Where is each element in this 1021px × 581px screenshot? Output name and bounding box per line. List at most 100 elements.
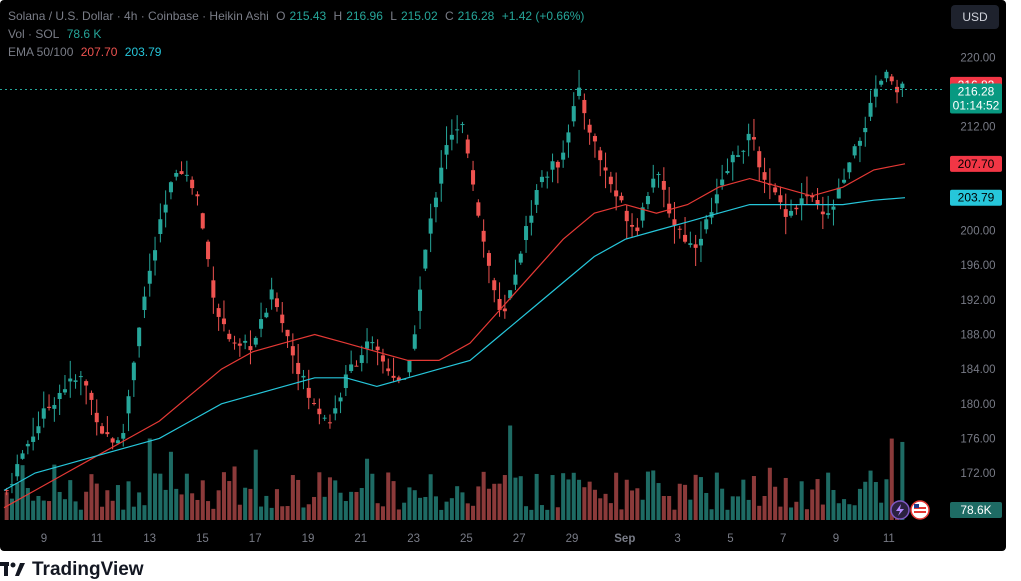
volume-bar <box>296 479 301 520</box>
volume-bar <box>243 487 248 520</box>
volume-bar <box>486 488 491 520</box>
candle-body <box>789 210 794 216</box>
candle-body <box>524 226 529 241</box>
y-tick-label: 172.00 <box>960 468 995 480</box>
volume-bar <box>285 506 290 520</box>
volume-bar <box>449 498 454 520</box>
symbol-title[interactable]: Solana / U.S. Dollar · 4h · Coinbase · H… <box>8 9 269 23</box>
volume-bar <box>587 481 592 520</box>
volume-bar <box>857 488 862 520</box>
volume-bar <box>630 490 635 520</box>
candle-body <box>545 176 550 178</box>
candle-body <box>200 213 205 229</box>
candle-body <box>248 346 253 351</box>
time-axis: 9 11 13 15 17 19 21 23 25 27 29 Sep 3 5 7 9 11 <box>41 533 895 545</box>
candle-body <box>168 182 173 193</box>
candle-body <box>773 187 778 193</box>
x-tick-label: 27 <box>513 533 526 545</box>
x-tick-label: 17 <box>249 533 262 545</box>
candle-body <box>285 329 290 337</box>
volume-bar <box>640 499 645 520</box>
volume-bar <box>815 479 820 520</box>
volume-bar <box>524 506 529 520</box>
volume-bar <box>365 458 370 520</box>
candle-body <box>582 99 587 114</box>
y-tick-label: 200.00 <box>960 226 995 238</box>
volume-bar <box>232 466 237 520</box>
volume-bar <box>545 509 550 520</box>
volume-bar <box>614 472 619 520</box>
volume-bar <box>603 493 608 520</box>
candle-body <box>343 374 348 389</box>
volume-bar <box>539 505 544 520</box>
candle-body <box>608 176 613 185</box>
y-tick-label: 212.00 <box>960 122 995 134</box>
flash-icon[interactable] <box>890 500 910 520</box>
volume-bar <box>370 473 375 520</box>
volume-bar <box>264 495 269 520</box>
candle-body <box>465 139 470 154</box>
candle-body <box>693 244 698 248</box>
candle-body <box>195 194 200 197</box>
volume-bar <box>52 464 57 520</box>
candle-body <box>264 312 269 318</box>
volume-bar <box>423 496 428 520</box>
volume-label[interactable]: Vol · SOL <box>8 27 59 41</box>
volume-tag: 78.6K <box>960 503 991 517</box>
volume-bar <box>492 483 497 520</box>
us-flag-icon[interactable] <box>910 500 930 520</box>
candle-body <box>142 296 147 311</box>
candle-body <box>25 443 30 447</box>
volume-bar <box>804 509 809 520</box>
volume-bar <box>184 473 189 520</box>
candle-body <box>592 136 597 142</box>
candle-body <box>455 129 460 131</box>
candle-body <box>502 308 507 312</box>
volume-bar <box>460 492 465 520</box>
candle-body <box>380 355 385 362</box>
volume-bar <box>534 473 539 520</box>
volume-bar <box>375 503 380 520</box>
volume-bar <box>566 479 571 520</box>
currency-button[interactable]: USD <box>951 5 999 29</box>
volume-bar <box>121 509 126 520</box>
volume-bar <box>195 499 200 520</box>
candle-body <box>571 106 576 122</box>
candle-body <box>481 230 486 242</box>
candle-body <box>778 195 783 203</box>
candle-body <box>73 380 78 382</box>
volume-bar <box>571 472 576 520</box>
volume-bar <box>418 497 423 520</box>
volume-bar <box>698 477 703 520</box>
countdown-tag: 01:14:52 <box>953 99 1000 113</box>
volume-bar <box>550 475 555 520</box>
volume-bar <box>402 502 407 520</box>
candle-body <box>900 83 905 89</box>
volume-bar <box>62 499 67 520</box>
candle-body <box>100 426 105 434</box>
ema-label[interactable]: EMA 50/100 <box>8 45 73 59</box>
chart-area[interactable]: 168.00172.00176.00180.00184.00188.00192.… <box>0 0 1006 551</box>
volume-bar <box>677 483 682 520</box>
candle-body <box>820 211 825 215</box>
candle-body <box>280 314 285 324</box>
volume-bar <box>751 476 756 520</box>
ema50-value: 207.70 <box>80 45 118 59</box>
candle-body <box>529 215 534 223</box>
volume-bar <box>354 491 359 520</box>
volume-bar <box>608 503 613 520</box>
candle-body <box>153 250 158 261</box>
candle-body <box>184 174 189 176</box>
open-value: 215.43 <box>289 9 327 23</box>
close-value: 216.28 <box>457 9 495 23</box>
volume-bar <box>158 473 163 520</box>
volume-bar <box>349 491 354 520</box>
tradingview-logo-icon <box>0 562 25 576</box>
price-chart-svg[interactable]: 168.00172.00176.00180.00184.00188.00192.… <box>0 0 1006 551</box>
volume-bar <box>200 480 205 520</box>
volume-bar <box>301 507 306 520</box>
volume-bar <box>619 509 624 520</box>
volume-bar <box>274 489 279 520</box>
volume-bar <box>773 486 778 520</box>
candle-body <box>365 341 370 349</box>
